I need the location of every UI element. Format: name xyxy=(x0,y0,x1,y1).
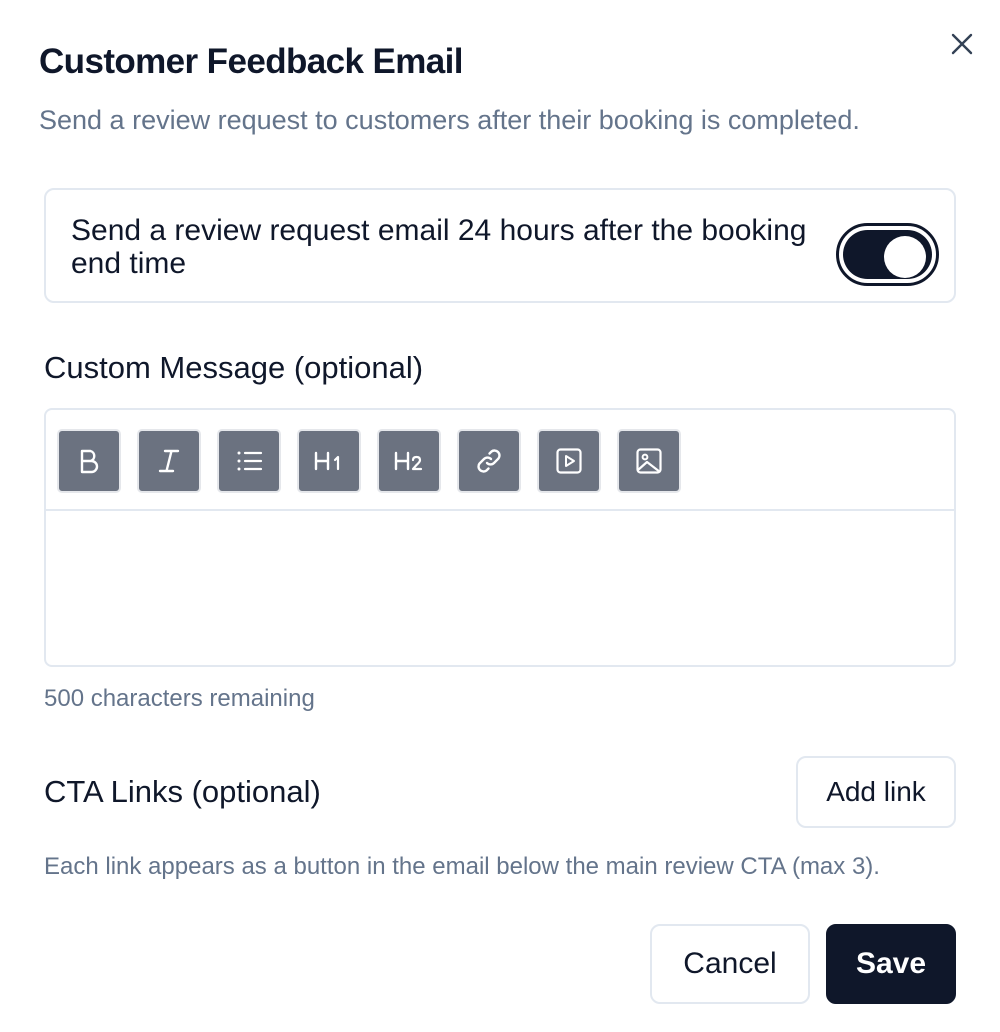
cancel-button[interactable]: Cancel xyxy=(650,924,810,1004)
image-button[interactable] xyxy=(617,429,681,493)
link-button[interactable] xyxy=(457,429,521,493)
customer-feedback-dialog: Customer Feedback Email Send a review re… xyxy=(0,0,1000,1032)
cta-links-label: CTA Links (optional) xyxy=(44,774,321,809)
toggle-track xyxy=(843,230,932,279)
italic-button[interactable] xyxy=(137,429,201,493)
bullet-list-button[interactable] xyxy=(217,429,281,493)
auto-send-toggle[interactable] xyxy=(836,223,939,286)
message-text-area[interactable] xyxy=(46,511,954,665)
image-icon xyxy=(636,448,662,474)
message-editor xyxy=(44,408,956,667)
dialog-title: Customer Feedback Email xyxy=(39,42,463,81)
cta-links-help: Each link appears as a button in the ema… xyxy=(44,853,880,880)
link-icon xyxy=(477,449,501,473)
close-button[interactable] xyxy=(946,28,978,60)
video-icon xyxy=(556,448,582,474)
dialog-subtitle: Send a review request to customers after… xyxy=(39,105,860,135)
heading-1-button[interactable] xyxy=(297,429,361,493)
save-button[interactable]: Save xyxy=(826,924,956,1004)
auto-send-label: Send a review request email 24 hours aft… xyxy=(71,214,807,280)
characters-remaining: 500 characters remaining xyxy=(44,685,315,712)
video-button[interactable] xyxy=(537,429,601,493)
italic-icon xyxy=(158,449,180,473)
toggle-knob xyxy=(884,236,926,278)
bold-icon xyxy=(80,449,99,474)
close-icon xyxy=(951,33,973,55)
custom-message-label: Custom Message (optional) xyxy=(44,350,424,385)
editor-toolbar xyxy=(57,429,681,493)
heading-2-icon xyxy=(394,451,423,471)
heading-1-icon xyxy=(314,451,340,471)
heading-2-button[interactable] xyxy=(377,429,441,493)
add-link-button[interactable]: Add link xyxy=(796,756,956,828)
bold-button[interactable] xyxy=(57,429,121,493)
bullet-list-icon xyxy=(237,451,263,471)
auto-send-card: Send a review request email 24 hours aft… xyxy=(44,188,956,303)
